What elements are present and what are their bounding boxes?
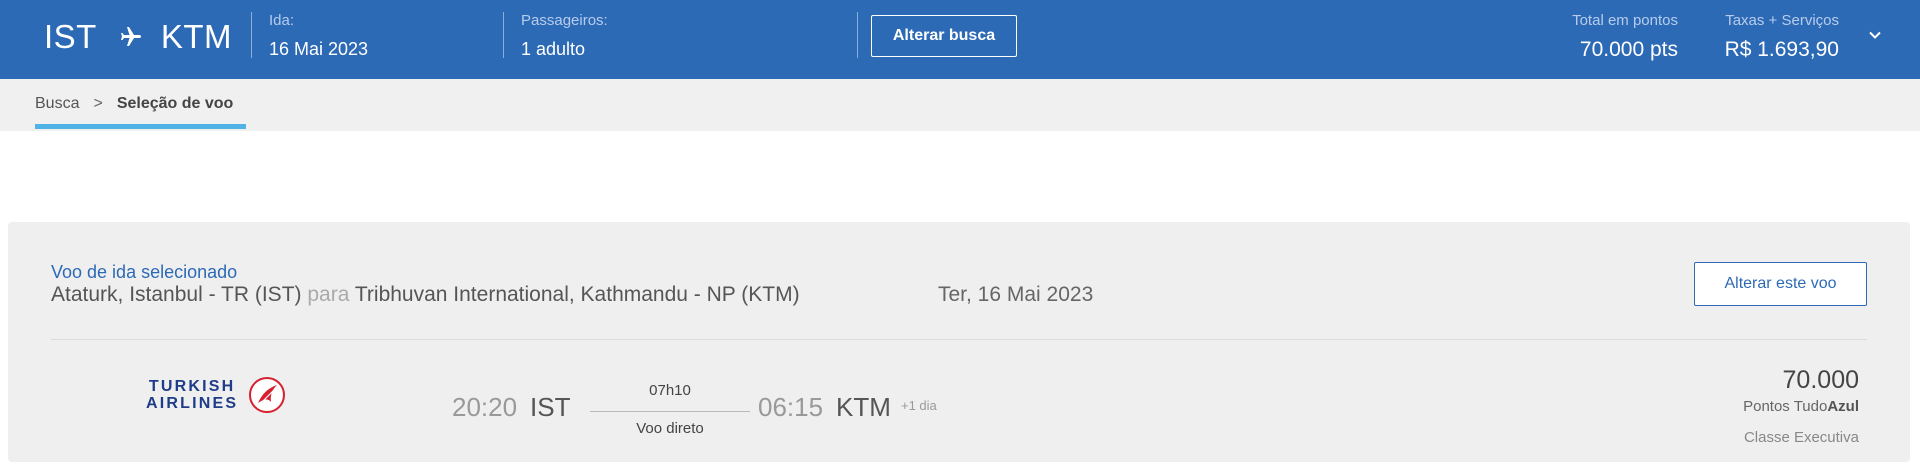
chevron-down-icon[interactable] — [1868, 28, 1882, 42]
passengers-field: Passageiros: 1 adulto — [521, 12, 608, 60]
price-points-label: Pontos TudoAzul — [1743, 398, 1859, 415]
selected-flight-route: Ataturk, Istanbul - TR (IST) para Tribhu… — [51, 283, 800, 307]
origin-code: IST — [44, 18, 97, 55]
airline-name-line1: TURKISH — [148, 378, 236, 395]
route-summary: IST KTM — [44, 18, 232, 56]
price-label-prefix: Pontos Tudo — [1743, 398, 1828, 415]
turkish-airlines-emblem-icon — [248, 376, 286, 414]
airplane-icon — [119, 25, 143, 49]
departure-time: 20:20 — [452, 392, 518, 422]
divider — [503, 12, 504, 58]
duration-line — [590, 411, 750, 412]
price-points: 70.000 — [1782, 366, 1859, 394]
arrival-airport-code: KTM — [836, 392, 891, 422]
breadcrumb: Busca > Seleção de voo — [0, 79, 1920, 131]
points-total-value: 70.000 pts — [1579, 38, 1678, 61]
airline-logo: TURKISH AIRLINES — [146, 376, 286, 414]
change-flight-button[interactable]: Alterar este voo — [1694, 262, 1867, 306]
price-label-brand: Azul — [1827, 398, 1859, 415]
arrival-time: 06:15 — [758, 392, 824, 422]
breadcrumb-item-busca[interactable]: Busca — [35, 95, 79, 113]
departure-date-value: 16 Mai 2023 — [269, 39, 369, 59]
cabin-class: Classe Executiva — [1743, 429, 1859, 446]
breadcrumb-item-current: Seleção de voo — [116, 95, 234, 112]
flight-stops: Voo direto — [636, 420, 704, 437]
points-total-label: Total em pontos — [1572, 12, 1678, 29]
departure-date-label: Ida: — [269, 12, 295, 29]
divider — [857, 12, 858, 58]
card-divider — [51, 339, 1867, 340]
change-search-button[interactable]: Alterar busca — [871, 15, 1017, 57]
passengers-label: Passageiros: — [521, 12, 608, 29]
taxes-total-label: Taxas + Serviços — [1725, 12, 1839, 29]
breadcrumb-active-indicator — [35, 124, 246, 129]
selected-flight-title: Voo de ida selecionado — [51, 262, 238, 282]
taxes-total: Taxas + Serviços R$ 1.693,90 — [1725, 12, 1839, 62]
breadcrumb-separator: > — [93, 95, 103, 112]
flight-duration: 07h10 — [649, 382, 691, 399]
search-summary-header: IST KTM Ida: 16 Mai 2023 Passageiros: 1 … — [0, 0, 1920, 79]
route-connector: para — [307, 283, 350, 306]
arrival-day-offset: +1 dia — [901, 398, 937, 413]
departure-airport-code: IST — [530, 392, 571, 422]
departure-date-field: Ida: 16 Mai 2023 — [269, 12, 368, 60]
airline-name-line2: AIRLINES — [146, 395, 239, 412]
route-origin: Ataturk, Istanbul - TR (IST) — [51, 283, 302, 306]
route-destination: Tribhuvan International, Kathmandu - NP … — [354, 283, 800, 306]
destination-code: KTM — [160, 18, 233, 55]
divider — [251, 12, 252, 58]
airline-name: TURKISH AIRLINES — [146, 378, 238, 412]
taxes-total-value: R$ 1.693,90 — [1724, 38, 1839, 61]
points-total: Total em pontos 70.000 pts — [1572, 12, 1678, 62]
flight-date: Ter, 16 Mai 2023 — [938, 283, 1094, 306]
passengers-value: 1 adulto — [521, 39, 586, 59]
selected-flight-card: Voo de ida selecionado Ataturk, Istanbul… — [8, 222, 1910, 462]
